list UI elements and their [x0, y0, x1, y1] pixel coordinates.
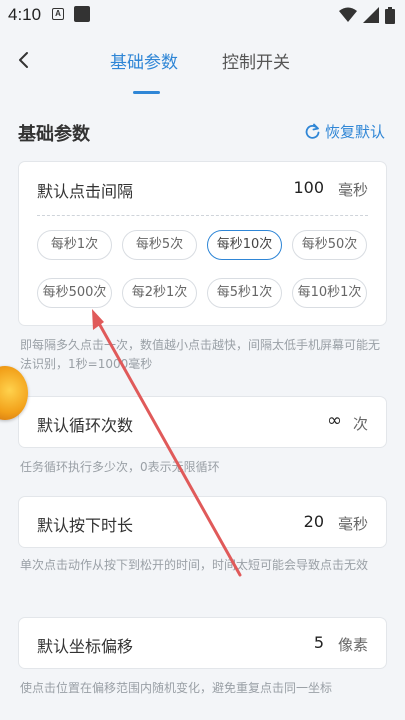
battery-icon [385, 6, 395, 24]
loop-count-label: 默认循环次数 [37, 416, 134, 435]
chip-per-sec-500[interactable]: 每秒500次 [37, 278, 112, 308]
status-icons [339, 6, 395, 24]
divider [37, 215, 368, 216]
press-duration-unit: 毫秒 [337, 515, 368, 533]
top-bar: 基础参数 控制开关 [0, 30, 405, 96]
tab-active-indicator [133, 91, 160, 94]
press-duration-label: 默认按下时长 [37, 516, 134, 535]
wifi-icon [339, 7, 357, 22]
coord-offset-label: 默认坐标偏移 [37, 637, 134, 656]
chip-per-sec-10[interactable]: 每秒10次 [207, 230, 282, 260]
press-duration-card: 默认按下时长 20 毫秒 [18, 496, 387, 548]
refresh-icon [305, 123, 320, 139]
click-interval-help: 即每隔多久点击一次，数值越小点击越快，间隔太低手机屏幕可能无法识别，1秒=100… [20, 338, 381, 371]
press-duration-help: 单次点击动作从按下到松开的时间，时间太短可能会导致点击无效 [20, 558, 369, 572]
coord-offset-card: 默认坐标偏移 5 像素 [18, 617, 387, 669]
status-bar: 4:10 A [0, 0, 405, 30]
loop-count-help: 任务循环执行多少次，0表示无限循环 [20, 460, 220, 474]
coord-offset-value[interactable]: 5 [314, 633, 324, 652]
click-interval-value[interactable]: 100 [293, 178, 324, 197]
loop-count-value[interactable]: ∞ [327, 410, 342, 431]
loop-count-unit: 次 [352, 415, 368, 433]
chip-every-10s[interactable]: 每10秒1次 [292, 278, 367, 308]
restore-default-button[interactable]: 恢复默认 [304, 121, 385, 142]
coord-offset-help: 使点击位置在偏移范围内随机变化，避免重复点击同一坐标 [20, 681, 333, 695]
chevron-left-icon [19, 52, 28, 68]
click-interval-unit: 毫秒 [337, 181, 368, 199]
chip-per-sec-5[interactable]: 每秒5次 [122, 230, 197, 260]
chip-per-sec-50[interactable]: 每秒50次 [292, 230, 367, 260]
coord-offset-unit: 像素 [337, 636, 368, 654]
chip-per-sec-1[interactable]: 每秒1次 [37, 230, 112, 260]
chip-every-5s[interactable]: 每5秒1次 [207, 278, 282, 308]
back-button[interactable] [12, 48, 36, 72]
status-time: 4:10 [8, 5, 42, 24]
notification-square-icon [74, 6, 90, 22]
tab-control-switch[interactable]: 控制开关 [222, 48, 290, 73]
chip-every-2s[interactable]: 每2秒1次 [122, 278, 197, 308]
click-interval-card: 默认点击间隔 100 毫秒 每秒1次 每秒5次 每秒10次 每秒50次 每秒50… [18, 161, 387, 326]
notification-a-icon: A [52, 8, 64, 20]
restore-default-label: 恢复默认 [324, 123, 385, 141]
section-title: 基础参数 [18, 124, 90, 145]
tab-basic-params[interactable]: 基础参数 [110, 48, 178, 73]
signal-icon [363, 7, 379, 23]
loop-count-card: 默认循环次数 ∞ 次 [18, 396, 387, 448]
click-interval-label: 默认点击间隔 [37, 182, 134, 201]
press-duration-value[interactable]: 20 [304, 512, 324, 531]
